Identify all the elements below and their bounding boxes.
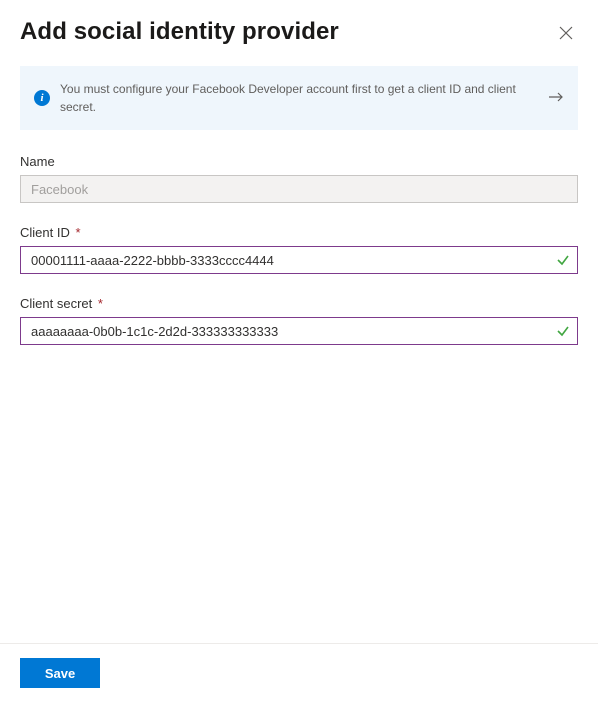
name-field: Name <box>20 154 578 203</box>
info-learn-more-button[interactable] <box>548 91 564 106</box>
client-id-field: Client ID * <box>20 225 578 274</box>
close-button[interactable] <box>554 22 578 46</box>
client-secret-field: Client secret * <box>20 296 578 345</box>
name-label: Name <box>20 154 578 169</box>
client-id-input[interactable] <box>20 246 578 274</box>
client-id-label-text: Client ID <box>20 225 70 240</box>
name-input <box>20 175 578 203</box>
arrow-right-icon <box>548 91 564 106</box>
close-icon <box>559 26 573 43</box>
info-message-bar: i You must configure your Facebook Devel… <box>20 66 578 130</box>
info-message-text: You must configure your Facebook Develop… <box>60 80 538 116</box>
save-button[interactable]: Save <box>20 658 100 688</box>
required-marker: * <box>98 296 103 311</box>
client-id-label: Client ID * <box>20 225 578 240</box>
page-title: Add social identity provider <box>20 18 339 46</box>
info-icon: i <box>34 90 50 106</box>
required-marker: * <box>75 225 80 240</box>
client-secret-label: Client secret * <box>20 296 578 311</box>
client-secret-label-text: Client secret <box>20 296 92 311</box>
client-secret-input[interactable] <box>20 317 578 345</box>
